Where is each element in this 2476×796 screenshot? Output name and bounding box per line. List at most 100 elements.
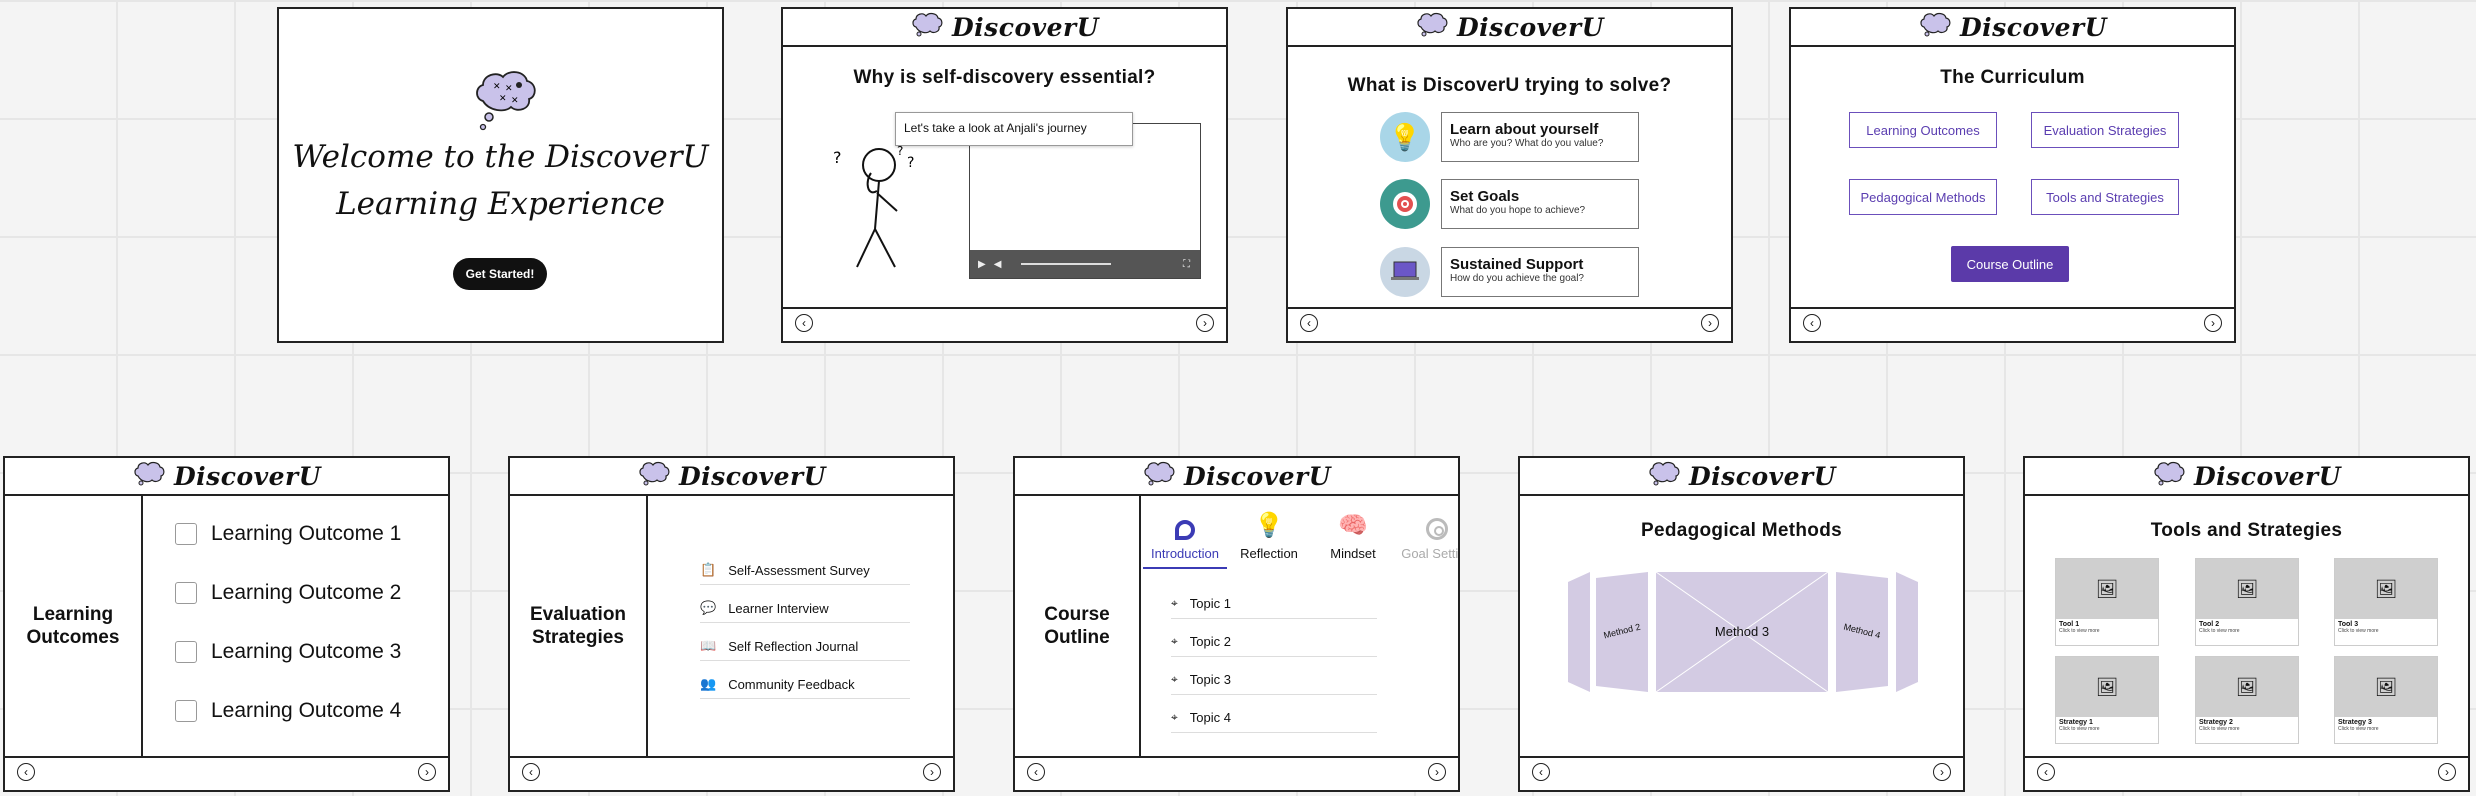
footer-nav: ‹ ›	[1520, 756, 1963, 790]
target-icon	[1380, 179, 1430, 229]
video-player[interactable]: ▶ ◀ ⛶	[969, 123, 1201, 279]
target-icon	[1426, 518, 1448, 540]
next-slide-button[interactable]: ›	[1701, 314, 1719, 332]
thought-cloud-logo-icon	[1647, 460, 1681, 493]
tab-mindset[interactable]: 🧠 Mindset	[1311, 510, 1395, 569]
brand-name: DiscoverU	[173, 461, 322, 491]
learning-outcome-row: Learning Outcome 2	[175, 581, 401, 605]
prev-slide-button[interactable]: ‹	[1803, 314, 1821, 332]
thought-cloud-logo-icon	[132, 460, 166, 493]
brand-name: DiscoverU	[951, 12, 1100, 42]
checkbox[interactable]	[175, 641, 197, 663]
chevron-left-icon: ‹	[1034, 765, 1038, 779]
tool-3-tile[interactable]: 🖼 Tool 3 Click to view more	[2334, 558, 2438, 646]
video-progress-bar[interactable]	[1021, 263, 1112, 265]
slide-why-self-discovery: DiscoverU Why is self-discovery essentia…	[781, 7, 1228, 343]
header: DiscoverU	[1288, 9, 1731, 47]
prev-slide-button[interactable]: ‹	[795, 314, 813, 332]
next-slide-button[interactable]: ›	[2438, 763, 2456, 781]
card-sustained-support: Sustained Support How do you achieve the…	[1441, 247, 1639, 297]
chevron-right-icon: ›	[1203, 316, 1207, 330]
prev-slide-button[interactable]: ‹	[522, 763, 540, 781]
checkbox[interactable]	[175, 700, 197, 722]
tab-reflection[interactable]: 💡 Reflection	[1227, 510, 1311, 569]
fullscreen-icon[interactable]: ⛶	[1183, 259, 1190, 270]
strategy-3-tile[interactable]: 🖼 Strategy 3 Click to view more	[2334, 656, 2438, 744]
play-icon[interactable]: ▶	[978, 259, 986, 270]
slide-curriculum: DiscoverU The Curriculum Learning Outcom…	[1789, 7, 2236, 343]
tools-and-strategies-button[interactable]: Tools and Strategies	[2031, 179, 2179, 215]
volume-icon[interactable]: ◀	[994, 259, 1002, 270]
footer-nav: ‹ ›	[1288, 307, 1731, 341]
chat-icon: 💬	[700, 600, 717, 615]
welcome-title-line1: Welcome to the DiscoverU	[292, 139, 709, 175]
prev-slide-button[interactable]: ‹	[1027, 763, 1045, 781]
pedagogical-methods-button[interactable]: Pedagogical Methods	[1849, 179, 1997, 215]
welcome-title-line2: Learning Experience	[336, 186, 665, 222]
slide-problem: DiscoverU What is DiscoverU trying to so…	[1286, 7, 1733, 343]
svg-text:?: ?	[833, 148, 842, 167]
learning-outcome-row: Learning Outcome 3	[175, 640, 401, 664]
topic-item[interactable]: ⌖ Topic 1	[1171, 588, 1377, 619]
topic-item[interactable]: ⌖ Topic 2	[1171, 626, 1377, 657]
footer-nav: ‹ ›	[510, 756, 953, 790]
prev-slide-button[interactable]: ‹	[1300, 314, 1318, 332]
chevron-left-icon: ‹	[1539, 765, 1543, 779]
topic-item[interactable]: ⌖ Topic 3	[1171, 664, 1377, 695]
crosshair-icon: ⌖	[1171, 633, 1178, 648]
topic-item[interactable]: ⌖ Topic 4	[1171, 702, 1377, 733]
next-slide-button[interactable]: ›	[418, 763, 436, 781]
checkbox[interactable]	[175, 582, 197, 604]
image-icon: 🖼	[2374, 676, 2398, 697]
learning-outcomes-button[interactable]: Learning Outcomes	[1849, 112, 1997, 148]
svg-text:✕: ✕	[505, 84, 513, 94]
thought-cloud-logo-icon	[2152, 460, 2186, 493]
tab-introduction[interactable]: Introduction	[1143, 510, 1227, 569]
header: DiscoverU	[1015, 458, 1458, 496]
course-tabs: Introduction 💡 Reflection 🧠 Mindset Goal…	[1143, 510, 1458, 569]
next-slide-button[interactable]: ›	[2204, 314, 2222, 332]
prev-slide-button[interactable]: ‹	[2037, 763, 2055, 781]
tool-2-tile[interactable]: 🖼 Tool 2 Click to view more	[2195, 558, 2299, 646]
strategy-2-tile[interactable]: 🖼 Strategy 2 Click to view more	[2195, 656, 2299, 744]
chevron-left-icon: ‹	[802, 316, 806, 330]
evaluation-item[interactable]: 💬 Learner Interview	[700, 594, 910, 623]
prev-slide-button[interactable]: ‹	[17, 763, 35, 781]
evaluation-item[interactable]: 📋 Self-Assessment Survey	[700, 556, 910, 585]
svg-text:✕: ✕	[493, 82, 501, 92]
chevron-left-icon: ‹	[2044, 765, 2048, 779]
people-icon: 👥	[700, 676, 717, 691]
slide-title: Tools and Strategies	[2150, 520, 2343, 541]
chevron-right-icon: ›	[1435, 765, 1439, 779]
next-slide-button[interactable]: ›	[1933, 763, 1951, 781]
chevron-left-icon: ‹	[24, 765, 28, 779]
crosshair-icon: ⌖	[1171, 709, 1178, 724]
prev-slide-button[interactable]: ‹	[1532, 763, 1550, 781]
clipboard-icon: 📋	[700, 562, 717, 577]
strategy-1-tile[interactable]: 🖼 Strategy 1 Click to view more	[2055, 656, 2159, 744]
slide-title: What is DiscoverU trying to solve?	[1347, 75, 1672, 96]
thought-cloud-logo-icon	[1918, 11, 1952, 44]
tool-1-tile[interactable]: 🖼 Tool 1 Click to view more	[2055, 558, 2159, 646]
chevron-right-icon: ›	[2211, 316, 2215, 330]
course-outline-button[interactable]: Course Outline	[1951, 246, 2069, 282]
image-icon: 🖼	[2235, 676, 2259, 697]
next-slide-button[interactable]: ›	[1428, 763, 1446, 781]
svg-text:✕: ✕	[511, 96, 519, 106]
learning-outcome-row: Learning Outcome 1	[175, 522, 401, 546]
slide-title: Pedagogical Methods	[1640, 520, 1842, 541]
next-slide-button[interactable]: ›	[923, 763, 941, 781]
tab-goal-setting[interactable]: Goal Setting	[1395, 510, 1458, 569]
get-started-button[interactable]: Get Started!	[453, 258, 547, 290]
video-caption: Let's take a look at Anjali's journey	[895, 112, 1133, 146]
slide-learning-outcomes: DiscoverU Learning Outcomes Learning Outc…	[3, 456, 450, 792]
next-slide-button[interactable]: ›	[1196, 314, 1214, 332]
brand-name: DiscoverU	[678, 461, 827, 491]
card-set-goals: Set Goals What do you hope to achieve?	[1441, 179, 1639, 229]
evaluation-item[interactable]: 📖 Self Reflection Journal	[700, 632, 910, 661]
footer-nav: ‹ ›	[2025, 756, 2468, 790]
evaluation-item[interactable]: 👥 Community Feedback	[700, 670, 910, 699]
method-3-card[interactable]: Method 3	[1656, 624, 1828, 639]
checkbox[interactable]	[175, 523, 197, 545]
evaluation-strategies-button[interactable]: Evaluation Strategies	[2031, 112, 2179, 148]
